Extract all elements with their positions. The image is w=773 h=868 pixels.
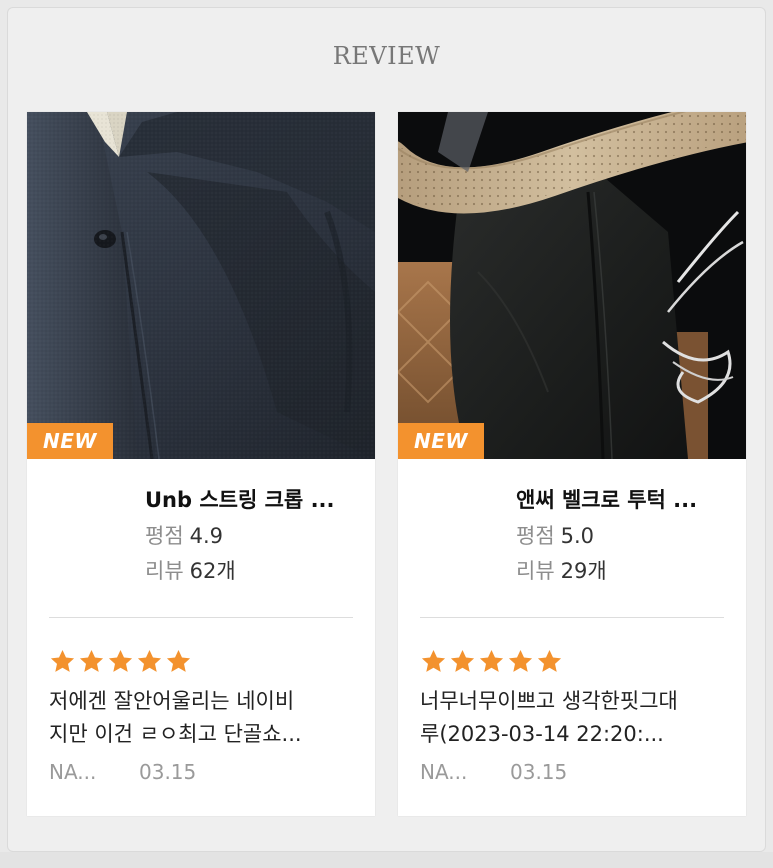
divider bbox=[420, 617, 724, 618]
review-count-row: 리뷰 29개 bbox=[516, 556, 740, 586]
rating-row: 평점 4.9 bbox=[145, 521, 369, 551]
review-date: 03.15 bbox=[510, 760, 568, 784]
divider bbox=[49, 617, 353, 618]
slacks-image bbox=[398, 112, 746, 459]
star-icon bbox=[107, 648, 134, 678]
star-icon bbox=[49, 648, 76, 678]
rating-value: 5.0 bbox=[560, 524, 595, 548]
review-date: 03.15 bbox=[139, 760, 197, 784]
star-rating bbox=[49, 648, 192, 678]
star-icon bbox=[165, 648, 192, 678]
star-icon bbox=[536, 648, 563, 678]
star-rating bbox=[420, 648, 563, 678]
product-info: 앤써 벨크로 투턱 ... 평점 5.0 리뷰 29개 bbox=[516, 484, 740, 586]
star-icon bbox=[478, 648, 505, 678]
cardigan-image bbox=[27, 112, 375, 459]
rating-row: 평점 5.0 bbox=[516, 521, 740, 551]
review-label: 리뷰 bbox=[516, 559, 555, 583]
rating-label: 평점 bbox=[516, 524, 555, 548]
product-photo[interactable]: NEW bbox=[27, 112, 375, 459]
product-photo[interactable]: NEW bbox=[398, 112, 746, 459]
review-text[interactable]: 너무너무이쁘고 생각한핏그대 루(2023-03-14 22:20:... bbox=[420, 685, 720, 751]
review-count: 62개 bbox=[189, 559, 236, 583]
product-name[interactable]: Unb 스트링 크롭 ... bbox=[145, 484, 369, 516]
star-icon bbox=[449, 648, 476, 678]
review-line: 저에겐 잘안어울리는 네이비 bbox=[49, 689, 295, 713]
product-info: Unb 스트링 크롭 ... 평점 4.9 리뷰 62개 bbox=[145, 484, 369, 586]
review-text[interactable]: 저에겐 잘안어울리는 네이비 지만 이건 ㄹㅇ최고 단골쇼... bbox=[49, 685, 349, 751]
review-author: NA... bbox=[420, 760, 468, 784]
section-title: REVIEW bbox=[332, 42, 441, 70]
star-icon bbox=[507, 648, 534, 678]
review-count-row: 리뷰 62개 bbox=[145, 556, 369, 586]
star-icon bbox=[420, 648, 447, 678]
review-footer: NA... 03.15 bbox=[420, 760, 567, 784]
review-label: 리뷰 bbox=[145, 559, 184, 583]
new-badge: NEW bbox=[27, 423, 113, 459]
review-line: 지만 이건 ㄹㅇ최고 단골쇼... bbox=[49, 722, 302, 746]
review-card[interactable]: NEW Unb 스트링 크롭 ... 평점 4.9 리뷰 62개 저에겐 잘안어울리… bbox=[27, 112, 375, 816]
page-bottom-edge bbox=[0, 852, 773, 868]
review-author: NA... bbox=[49, 760, 97, 784]
review-footer: NA... 03.15 bbox=[49, 760, 196, 784]
new-badge: NEW bbox=[398, 423, 484, 459]
star-icon bbox=[78, 648, 105, 678]
star-icon bbox=[136, 648, 163, 678]
review-line: 너무너무이쁘고 생각한핏그대 bbox=[420, 689, 678, 713]
rating-value: 4.9 bbox=[189, 524, 224, 548]
review-count: 29개 bbox=[560, 559, 607, 583]
review-card[interactable]: NEW 앤써 벨크로 투턱 ... 평점 5.0 리뷰 29개 너무너무이쁘고 생각… bbox=[398, 112, 746, 816]
rating-label: 평점 bbox=[145, 524, 184, 548]
review-line: 루(2023-03-14 22:20:... bbox=[420, 722, 664, 746]
product-name[interactable]: 앤써 벨크로 투턱 ... bbox=[516, 484, 740, 516]
